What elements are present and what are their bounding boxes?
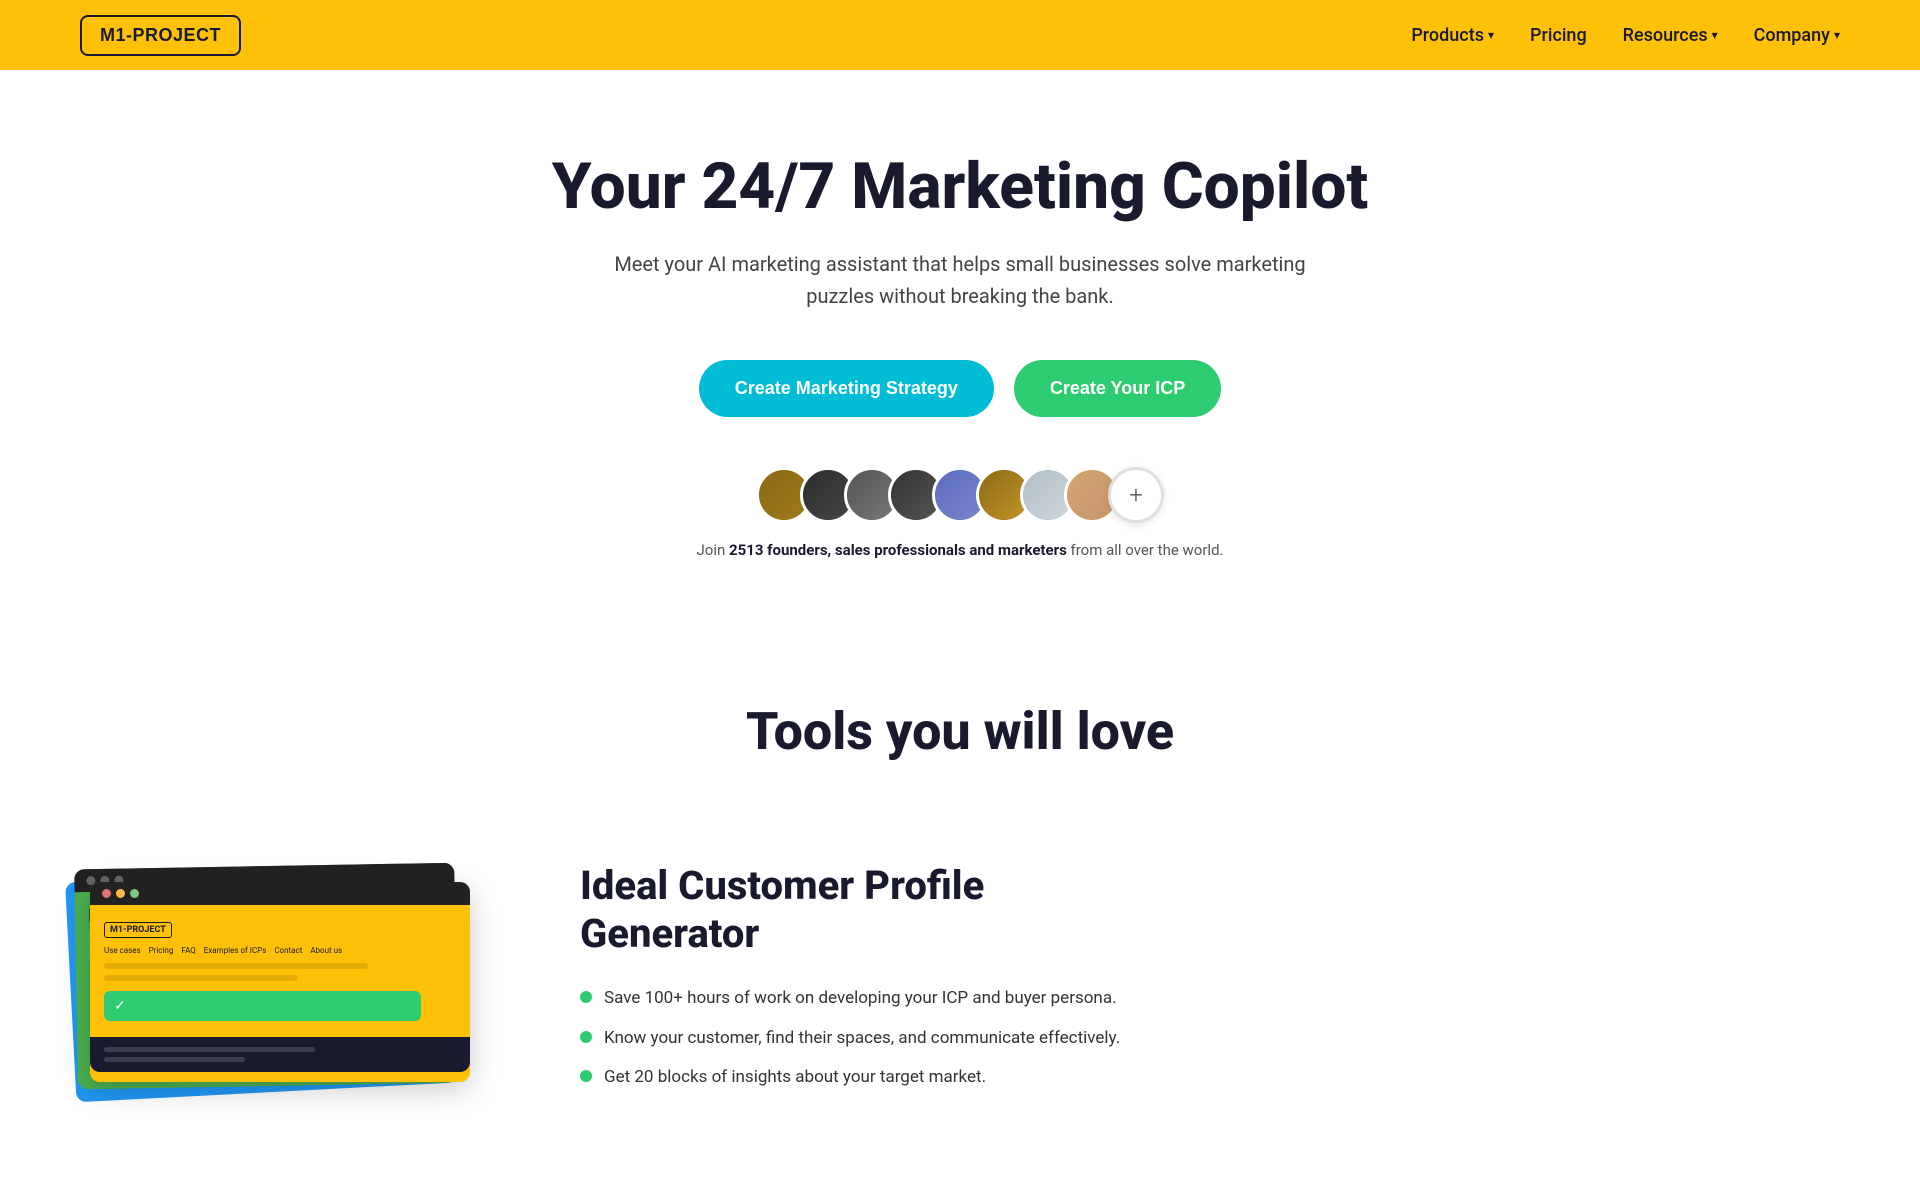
navbar: M1-PROJECT Products ▾ Pricing Resources … xyxy=(0,0,1920,70)
feature-item: Get 20 blocks of insights about your tar… xyxy=(580,1065,1840,1091)
hero-title: Your 24/7 Marketing Copilot xyxy=(552,150,1368,224)
icp-tool-row: M1-PROJECT Use casesPricingFAQExamples o… xyxy=(80,842,1840,1162)
avatar-plus: + xyxy=(1108,467,1164,523)
cta-buttons: Create Marketing Strategy Create Your IC… xyxy=(699,360,1221,417)
icp-tool-image: M1-PROJECT Use casesPricingFAQExamples o… xyxy=(80,862,500,1162)
tools-section: Tools you will love M1-PROJECT Use cases… xyxy=(0,621,1920,1202)
avatars-row: + xyxy=(756,467,1164,523)
nav-links: Products ▾ Pricing Resources ▾ Company ▾ xyxy=(1411,25,1840,46)
join-text: Join 2513 founders, sales professionals … xyxy=(697,539,1224,562)
nav-resources[interactable]: Resources ▾ xyxy=(1623,25,1718,46)
create-icp-button[interactable]: Create Your ICP xyxy=(1014,360,1221,417)
create-marketing-strategy-button[interactable]: Create Marketing Strategy xyxy=(699,360,994,417)
feature-dot-icon xyxy=(580,991,592,1003)
hero-section: Your 24/7 Marketing Copilot Meet your AI… xyxy=(0,70,1920,621)
nav-company[interactable]: Company ▾ xyxy=(1754,25,1840,46)
hero-subtitle: Meet your AI marketing assistant that he… xyxy=(610,248,1310,312)
feature-item: Save 100+ hours of work on developing yo… xyxy=(580,986,1840,1012)
chevron-down-icon: ▾ xyxy=(1712,28,1718,42)
social-proof: + Join 2513 founders, sales professional… xyxy=(697,467,1224,562)
feature-dot-icon xyxy=(580,1070,592,1082)
logo-button[interactable]: M1-PROJECT xyxy=(80,15,241,56)
nav-pricing[interactable]: Pricing xyxy=(1530,25,1587,46)
tools-title: Tools you will love xyxy=(80,701,1840,762)
nav-products[interactable]: Products ▾ xyxy=(1411,25,1494,46)
feature-dot-icon xyxy=(580,1031,592,1043)
feature-item: Know your customer, find their spaces, a… xyxy=(580,1026,1840,1052)
icp-feature-list: Save 100+ hours of work on developing yo… xyxy=(580,986,1840,1091)
chevron-down-icon: ▾ xyxy=(1488,28,1494,42)
chevron-down-icon: ▾ xyxy=(1834,28,1840,42)
icp-tool-content: Ideal Customer Profile Generator Save 10… xyxy=(580,842,1840,1091)
icp-tool-title: Ideal Customer Profile Generator xyxy=(580,862,1840,958)
